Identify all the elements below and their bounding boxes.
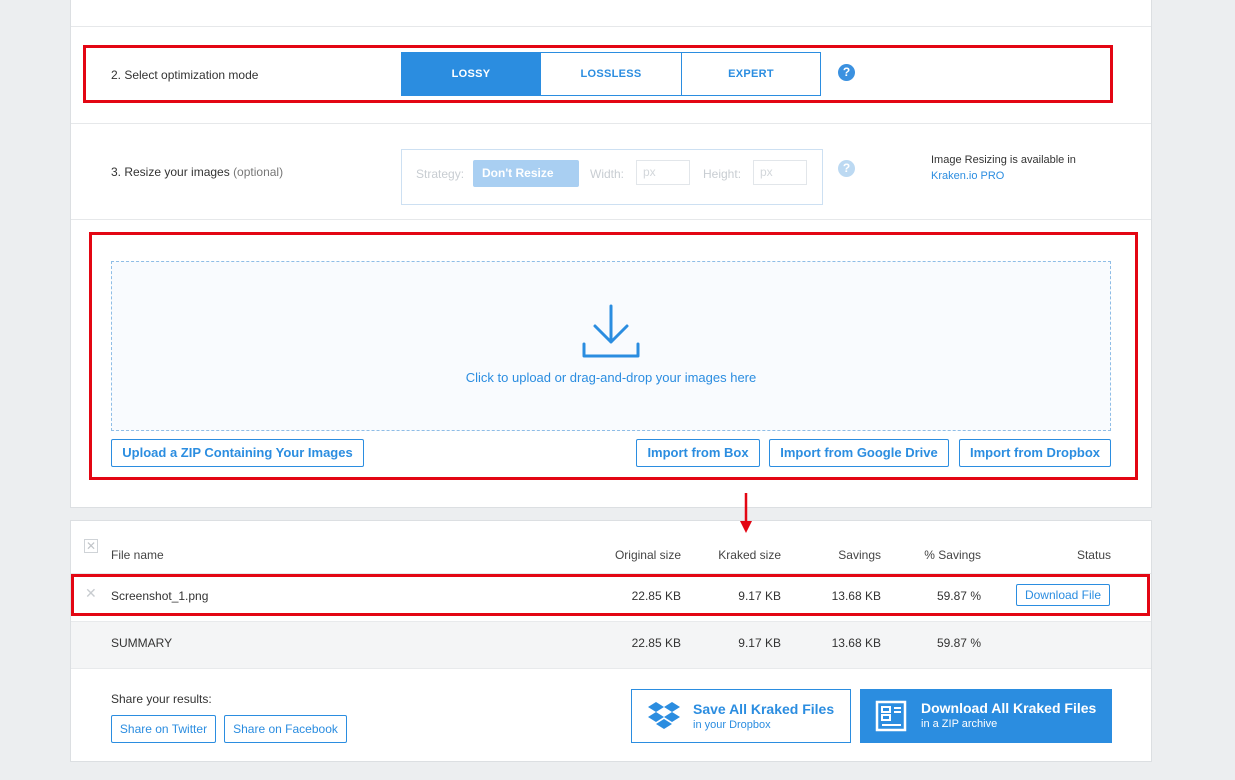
zip-download-title: Download All Kraked Files	[921, 700, 1097, 716]
header-file-name: File name	[111, 548, 164, 562]
summary-kraked-size: 9.17 KB	[738, 636, 781, 650]
highlight-mode	[83, 45, 1113, 103]
summary-savings: 13.68 KB	[831, 636, 881, 650]
height-label: Height:	[703, 167, 742, 181]
resize-help-icon[interactable]: ?	[838, 160, 855, 177]
share-twitter-button[interactable]: Share on Twitter	[111, 715, 216, 743]
share-facebook-button[interactable]: Share on Facebook	[224, 715, 347, 743]
pro-note-bold: Image Resizing	[931, 154, 1007, 166]
width-input[interactable]: px	[636, 160, 690, 185]
arrow-down-icon	[740, 493, 752, 533]
strategy-label: Strategy:	[416, 167, 465, 181]
archive-icon	[875, 700, 907, 732]
summary-percent-savings: 59.87 %	[936, 636, 981, 650]
resize-label: 3. Resize your images (optional)	[111, 165, 283, 179]
resize-label-text: 3. Resize your images	[111, 165, 230, 179]
pro-note: Image Resizing is available in Kraken.io…	[931, 152, 1076, 184]
remove-all-icon[interactable]: ✕	[84, 539, 98, 553]
header-status: Status	[1076, 548, 1111, 562]
highlight-upload	[89, 232, 1138, 480]
header-kraked-size: Kraked size	[718, 548, 781, 562]
summary-label: SUMMARY	[111, 636, 173, 650]
results-panel: ✕ File name Original size Kraked size Sa…	[70, 520, 1152, 762]
zip-download-subtitle: in a ZIP archive	[921, 718, 998, 730]
strategy-select[interactable]: Don't Resize	[473, 160, 579, 187]
height-input[interactable]: px	[753, 160, 807, 185]
width-label: Width:	[590, 167, 625, 181]
resize-optional-text: (optional)	[233, 165, 284, 179]
save-to-dropbox-button[interactable]: Save All Kraked Files in your Dropbox	[631, 689, 851, 743]
summary-row: SUMMARY 22.85 KB 9.17 KB 13.68 KB 59.87 …	[71, 621, 1151, 669]
divider	[71, 26, 1151, 27]
dropbox-save-title: Save All Kraked Files	[693, 701, 835, 717]
summary-original-size: 22.85 KB	[631, 636, 681, 650]
resize-options: Strategy: Don't Resize Width: px Height:…	[401, 149, 823, 205]
divider	[71, 219, 1151, 220]
kraken-pro-link[interactable]: Kraken.io PRO	[931, 168, 1076, 184]
header-percent-savings: % Savings	[924, 548, 981, 562]
download-zip-button[interactable]: Download All Kraked Files in a ZIP archi…	[860, 689, 1112, 743]
header-savings: Savings	[838, 548, 881, 562]
highlight-result-row	[71, 574, 1150, 616]
divider	[71, 123, 1151, 124]
dropbox-icon	[648, 702, 680, 729]
header-original-size: Original size	[614, 548, 681, 562]
dropbox-save-subtitle: in your Dropbox	[693, 719, 771, 731]
pro-note-text: is available in	[1006, 154, 1076, 166]
share-label: Share your results:	[111, 692, 212, 706]
